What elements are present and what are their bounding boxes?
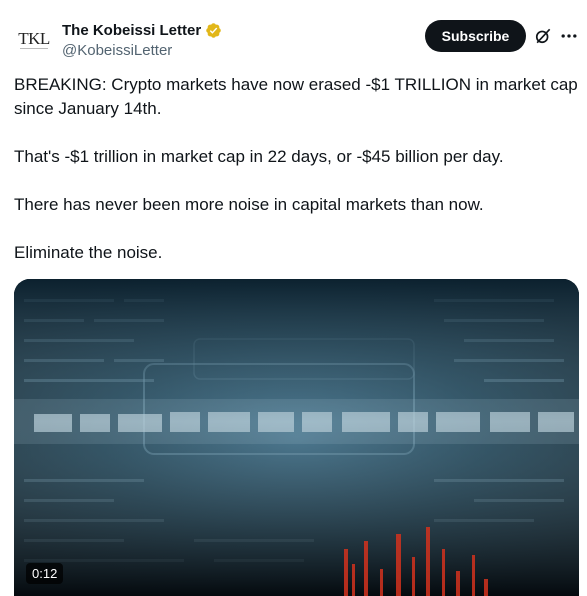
- tweet-paragraph: BREAKING: Crypto markets have now erased…: [14, 75, 578, 118]
- avatar[interactable]: TKL: [14, 18, 54, 58]
- tweet-card: TKL The Kobeissi Letter @KobeissiLetter …: [0, 0, 587, 596]
- gold-verified-badge-icon[interactable]: [205, 22, 222, 39]
- tweet-paragraph: Eliminate the noise.: [14, 243, 163, 262]
- avatar-logo-rule: [20, 48, 48, 49]
- more-dots-icon: [561, 34, 577, 38]
- grok-icon[interactable]: [533, 26, 553, 46]
- display-name[interactable]: The Kobeissi Letter: [62, 22, 201, 39]
- tweet-text: BREAKING: Crypto markets have now erased…: [14, 73, 584, 289]
- tweet-header: TKL The Kobeissi Letter @KobeissiLetter …: [14, 14, 579, 64]
- author-names: The Kobeissi Letter @KobeissiLetter: [62, 19, 222, 59]
- handle[interactable]: @KobeissiLetter: [62, 42, 222, 59]
- tweet-paragraph: There has never been more noise in capit…: [14, 195, 484, 214]
- video-frame: [14, 279, 579, 596]
- subscribe-button[interactable]: Subscribe: [425, 20, 526, 52]
- video-player[interactable]: 0:12: [14, 279, 579, 596]
- display-name-row: The Kobeissi Letter: [62, 19, 222, 41]
- video-duration: 0:12: [26, 563, 64, 584]
- avatar-logo-text: TKL: [18, 28, 50, 48]
- more-icon[interactable]: [559, 26, 579, 46]
- tweet-paragraph: That's -$1 trillion in market cap in 22 …: [14, 147, 504, 166]
